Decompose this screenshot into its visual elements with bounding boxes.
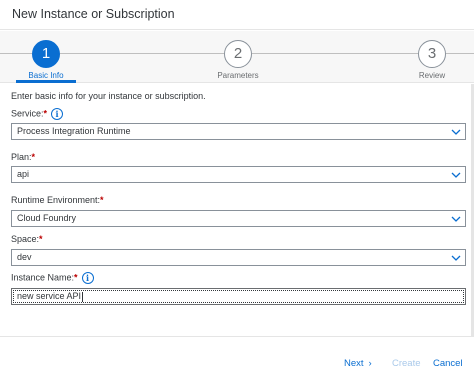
plan-label: Plan:* (11, 152, 36, 162)
chevron-down-icon[interactable] (450, 252, 462, 264)
cancel-button[interactable]: Cancel (433, 358, 463, 369)
required-marker: * (39, 234, 43, 244)
instance-name-input[interactable]: new service API (11, 288, 466, 305)
required-marker: * (43, 108, 48, 119)
wizard-step-1-label: Basic Info (28, 71, 64, 80)
form-intro: Enter basic info for your instance or su… (11, 91, 206, 101)
service-select[interactable]: Process Integration Runtime (11, 123, 466, 140)
active-step-indicator (16, 80, 76, 83)
instance-name-label: Instance Name:* i (11, 272, 94, 284)
dialog-title: New Instance or Subscription (12, 7, 175, 21)
dialog-header: New Instance or Subscription (0, 0, 474, 30)
service-value: Process Integration Runtime (17, 126, 131, 136)
chevron-right-icon: › (368, 358, 372, 369)
space-value: dev (17, 252, 32, 262)
service-label: Service:* i (11, 108, 64, 120)
wizard-step-2[interactable]: 2 (224, 40, 252, 68)
wizard-connector (0, 53, 32, 54)
wizard-step-1[interactable]: 1 (32, 40, 60, 68)
info-icon[interactable]: i (81, 272, 94, 284)
wizard-progress: 1 Basic Info 2 Parameters 3 Review (0, 31, 474, 83)
wizard-connector (446, 53, 474, 54)
wizard-connector (252, 53, 418, 54)
plan-value: api (17, 169, 30, 179)
chevron-down-icon[interactable] (450, 169, 462, 181)
plan-select[interactable]: api (11, 166, 466, 183)
chevron-down-icon[interactable] (450, 213, 462, 225)
form-content: Enter basic info for your instance or su… (0, 84, 474, 336)
info-icon[interactable]: i (51, 108, 64, 120)
chevron-down-icon[interactable] (450, 126, 462, 138)
runtime-environment-value: Cloud Foundry (17, 213, 77, 223)
next-button[interactable]: Next › (344, 358, 372, 369)
wizard-step-3[interactable]: 3 (418, 40, 446, 68)
space-select[interactable]: dev (11, 249, 466, 266)
runtime-environment-select[interactable]: Cloud Foundry (11, 210, 466, 227)
required-marker: * (74, 272, 78, 283)
wizard-connector (60, 53, 224, 54)
runtime-environment-label: Runtime Environment:* (11, 195, 104, 205)
required-marker: * (100, 195, 104, 205)
space-label: Space:* (11, 234, 43, 244)
dialog-footer: Next › Create Cancel (0, 336, 474, 376)
create-button[interactable]: Create (392, 358, 421, 369)
wizard-step-2-label: Parameters (217, 71, 259, 80)
wizard-step-3-label: Review (418, 71, 446, 80)
text-caret (82, 291, 84, 302)
instance-name-value: new service API (17, 291, 82, 301)
required-marker: * (31, 152, 36, 162)
